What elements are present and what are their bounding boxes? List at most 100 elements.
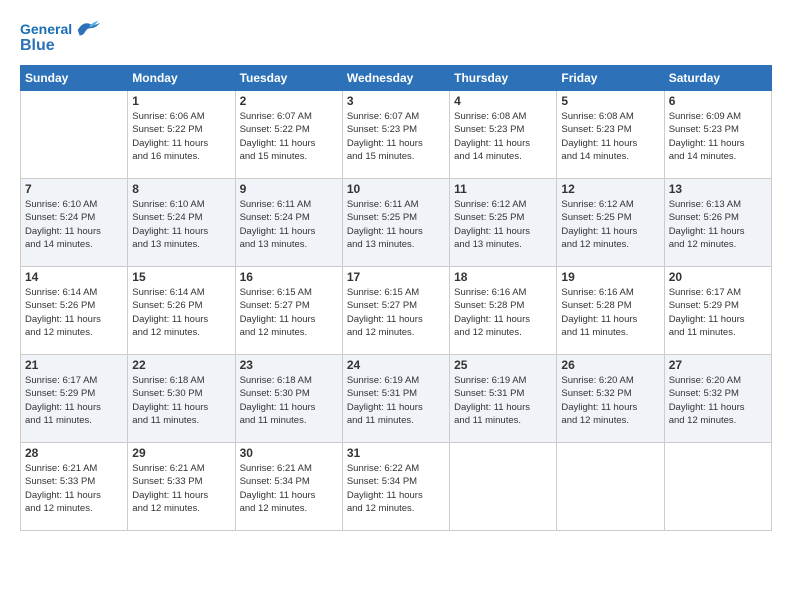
day-number: 16 (240, 270, 338, 284)
calendar-table: SundayMondayTuesdayWednesdayThursdayFrid… (20, 65, 772, 531)
calendar-week-4: 21Sunrise: 6:17 AMSunset: 5:29 PMDayligh… (21, 355, 772, 443)
calendar-cell (450, 443, 557, 531)
day-number: 27 (669, 358, 767, 372)
calendar-cell: 19Sunrise: 6:16 AMSunset: 5:28 PMDayligh… (557, 267, 664, 355)
calendar-cell: 17 Sunrise: 6:15 AMSunset: 5:27 PMDayligh… (342, 267, 449, 355)
day-number: 19 (561, 270, 659, 284)
calendar-cell: 27 Sunrise: 6:20 AMSunset: 5:32 PMDayligh… (664, 355, 771, 443)
day-info: Sunrise: 6:20 AMSunset: 5:32 PMDaylight:… (669, 374, 767, 427)
day-info: Sunrise: 6:08 AMSunset: 5:23 PMDaylight:… (454, 110, 552, 163)
day-number: 13 (669, 182, 767, 196)
day-info: Sunrise: 6:20 AMSunset: 5:32 PMDaylight:… (561, 374, 659, 427)
calendar-cell: 22Sunrise: 6:18 AMSunset: 5:30 PMDayligh… (128, 355, 235, 443)
calendar-cell: 15 Sunrise: 6:14 AMSunset: 5:26 PMDayligh… (128, 267, 235, 355)
day-number: 7 (25, 182, 123, 196)
col-header-sunday: Sunday (21, 66, 128, 91)
day-number: 2 (240, 94, 338, 108)
day-info: Sunrise: 6:10 AMSunset: 5:24 PMDaylight:… (132, 198, 230, 251)
day-info: Sunrise: 6:06 AMSunset: 5:22 PMDaylight:… (132, 110, 230, 163)
day-number: 10 (347, 182, 445, 196)
day-number: 26 (561, 358, 659, 372)
calendar-cell (21, 91, 128, 179)
day-number: 15 (132, 270, 230, 284)
calendar-cell: 8 Sunrise: 6:10 AMSunset: 5:24 PMDaylight… (128, 179, 235, 267)
calendar-week-1: 1 Sunrise: 6:06 AMSunset: 5:22 PMDaylight… (21, 91, 772, 179)
day-info: Sunrise: 6:12 AMSunset: 5:25 PMDaylight:… (561, 198, 659, 251)
col-header-friday: Friday (557, 66, 664, 91)
day-info: Sunrise: 6:21 AMSunset: 5:33 PMDaylight:… (25, 462, 123, 515)
calendar-cell: 24Sunrise: 6:19 AMSunset: 5:31 PMDayligh… (342, 355, 449, 443)
day-number: 14 (25, 270, 123, 284)
day-info: Sunrise: 6:15 AMSunset: 5:27 PMDaylight:… (240, 286, 338, 339)
calendar-week-2: 7 Sunrise: 6:10 AMSunset: 5:24 PMDaylight… (21, 179, 772, 267)
calendar-cell: 31 Sunrise: 6:22 AMSunset: 5:34 PMDayligh… (342, 443, 449, 531)
day-info: Sunrise: 6:09 AMSunset: 5:23 PMDaylight:… (669, 110, 767, 163)
calendar-cell: 7Sunrise: 6:10 AMSunset: 5:24 PMDaylight… (21, 179, 128, 267)
day-number: 30 (240, 446, 338, 460)
day-number: 21 (25, 358, 123, 372)
calendar-cell: 23 Sunrise: 6:18 AMSunset: 5:30 PMDayligh… (235, 355, 342, 443)
day-number: 22 (132, 358, 230, 372)
day-info: Sunrise: 6:14 AMSunset: 5:26 PMDaylight:… (132, 286, 230, 339)
day-info: Sunrise: 6:12 AMSunset: 5:25 PMDaylight:… (454, 198, 552, 251)
day-number: 31 (347, 446, 445, 460)
calendar-cell: 11 Sunrise: 6:12 AMSunset: 5:25 PMDayligh… (450, 179, 557, 267)
day-number: 12 (561, 182, 659, 196)
calendar-cell: 5Sunrise: 6:08 AMSunset: 5:23 PMDaylight… (557, 91, 664, 179)
calendar-cell: 12 Sunrise: 6:12 AMSunset: 5:25 PMDayligh… (557, 179, 664, 267)
day-info: Sunrise: 6:21 AMSunset: 5:33 PMDaylight:… (132, 462, 230, 515)
day-number: 23 (240, 358, 338, 372)
day-info: Sunrise: 6:16 AMSunset: 5:28 PMDaylight:… (454, 286, 552, 339)
calendar-cell (557, 443, 664, 531)
page: General Blue SundayMondayTuesdayWednesda… (0, 0, 792, 612)
calendar-cell: 20 Sunrise: 6:17 AMSunset: 5:29 PMDayligh… (664, 267, 771, 355)
day-info: Sunrise: 6:08 AMSunset: 5:23 PMDaylight:… (561, 110, 659, 163)
day-info: Sunrise: 6:13 AMSunset: 5:26 PMDaylight:… (669, 198, 767, 251)
col-header-tuesday: Tuesday (235, 66, 342, 91)
day-number: 29 (132, 446, 230, 460)
calendar-cell: 9Sunrise: 6:11 AMSunset: 5:24 PMDaylight… (235, 179, 342, 267)
day-info: Sunrise: 6:07 AMSunset: 5:23 PMDaylight:… (347, 110, 445, 163)
day-number: 11 (454, 182, 552, 196)
calendar-cell: 1 Sunrise: 6:06 AMSunset: 5:22 PMDaylight… (128, 91, 235, 179)
calendar-cell: 14 Sunrise: 6:14 AMSunset: 5:26 PMDayligh… (21, 267, 128, 355)
day-number: 6 (669, 94, 767, 108)
day-number: 17 (347, 270, 445, 284)
day-info: Sunrise: 6:11 AMSunset: 5:24 PMDaylight:… (240, 198, 338, 251)
day-info: Sunrise: 6:07 AMSunset: 5:22 PMDaylight:… (240, 110, 338, 163)
day-number: 8 (132, 182, 230, 196)
calendar-cell: 18Sunrise: 6:16 AMSunset: 5:28 PMDayligh… (450, 267, 557, 355)
day-info: Sunrise: 6:15 AMSunset: 5:27 PMDaylight:… (347, 286, 445, 339)
day-number: 28 (25, 446, 123, 460)
calendar-cell: 10 Sunrise: 6:11 AMSunset: 5:25 PMDayligh… (342, 179, 449, 267)
calendar-cell: 2 Sunrise: 6:07 AMSunset: 5:22 PMDaylight… (235, 91, 342, 179)
calendar-cell: 26 Sunrise: 6:20 AMSunset: 5:32 PMDayligh… (557, 355, 664, 443)
day-info: Sunrise: 6:19 AMSunset: 5:31 PMDaylight:… (347, 374, 445, 427)
day-info: Sunrise: 6:14 AMSunset: 5:26 PMDaylight:… (25, 286, 123, 339)
calendar-cell: 16 Sunrise: 6:15 AMSunset: 5:27 PMDayligh… (235, 267, 342, 355)
col-header-monday: Monday (128, 66, 235, 91)
day-info: Sunrise: 6:21 AMSunset: 5:34 PMDaylight:… (240, 462, 338, 515)
calendar-cell: 6 Sunrise: 6:09 AMSunset: 5:23 PMDaylight… (664, 91, 771, 179)
day-number: 3 (347, 94, 445, 108)
day-info: Sunrise: 6:11 AMSunset: 5:25 PMDaylight:… (347, 198, 445, 251)
day-number: 20 (669, 270, 767, 284)
logo-text2: Blue (20, 36, 55, 55)
calendar-cell: 25Sunrise: 6:19 AMSunset: 5:31 PMDayligh… (450, 355, 557, 443)
calendar-header-row: SundayMondayTuesdayWednesdayThursdayFrid… (21, 66, 772, 91)
logo-bird-icon (74, 18, 102, 40)
calendar-cell: 13 Sunrise: 6:13 AMSunset: 5:26 PMDayligh… (664, 179, 771, 267)
day-info: Sunrise: 6:17 AMSunset: 5:29 PMDaylight:… (669, 286, 767, 339)
calendar-week-5: 28 Sunrise: 6:21 AMSunset: 5:33 PMDayligh… (21, 443, 772, 531)
day-number: 4 (454, 94, 552, 108)
day-info: Sunrise: 6:22 AMSunset: 5:34 PMDaylight:… (347, 462, 445, 515)
day-number: 25 (454, 358, 552, 372)
calendar-cell: 3 Sunrise: 6:07 AMSunset: 5:23 PMDaylight… (342, 91, 449, 179)
day-number: 1 (132, 94, 230, 108)
calendar-cell: 30 Sunrise: 6:21 AMSunset: 5:34 PMDayligh… (235, 443, 342, 531)
day-info: Sunrise: 6:18 AMSunset: 5:30 PMDaylight:… (240, 374, 338, 427)
header: General Blue (20, 18, 772, 55)
col-header-thursday: Thursday (450, 66, 557, 91)
calendar-cell: 4 Sunrise: 6:08 AMSunset: 5:23 PMDaylight… (450, 91, 557, 179)
col-header-wednesday: Wednesday (342, 66, 449, 91)
